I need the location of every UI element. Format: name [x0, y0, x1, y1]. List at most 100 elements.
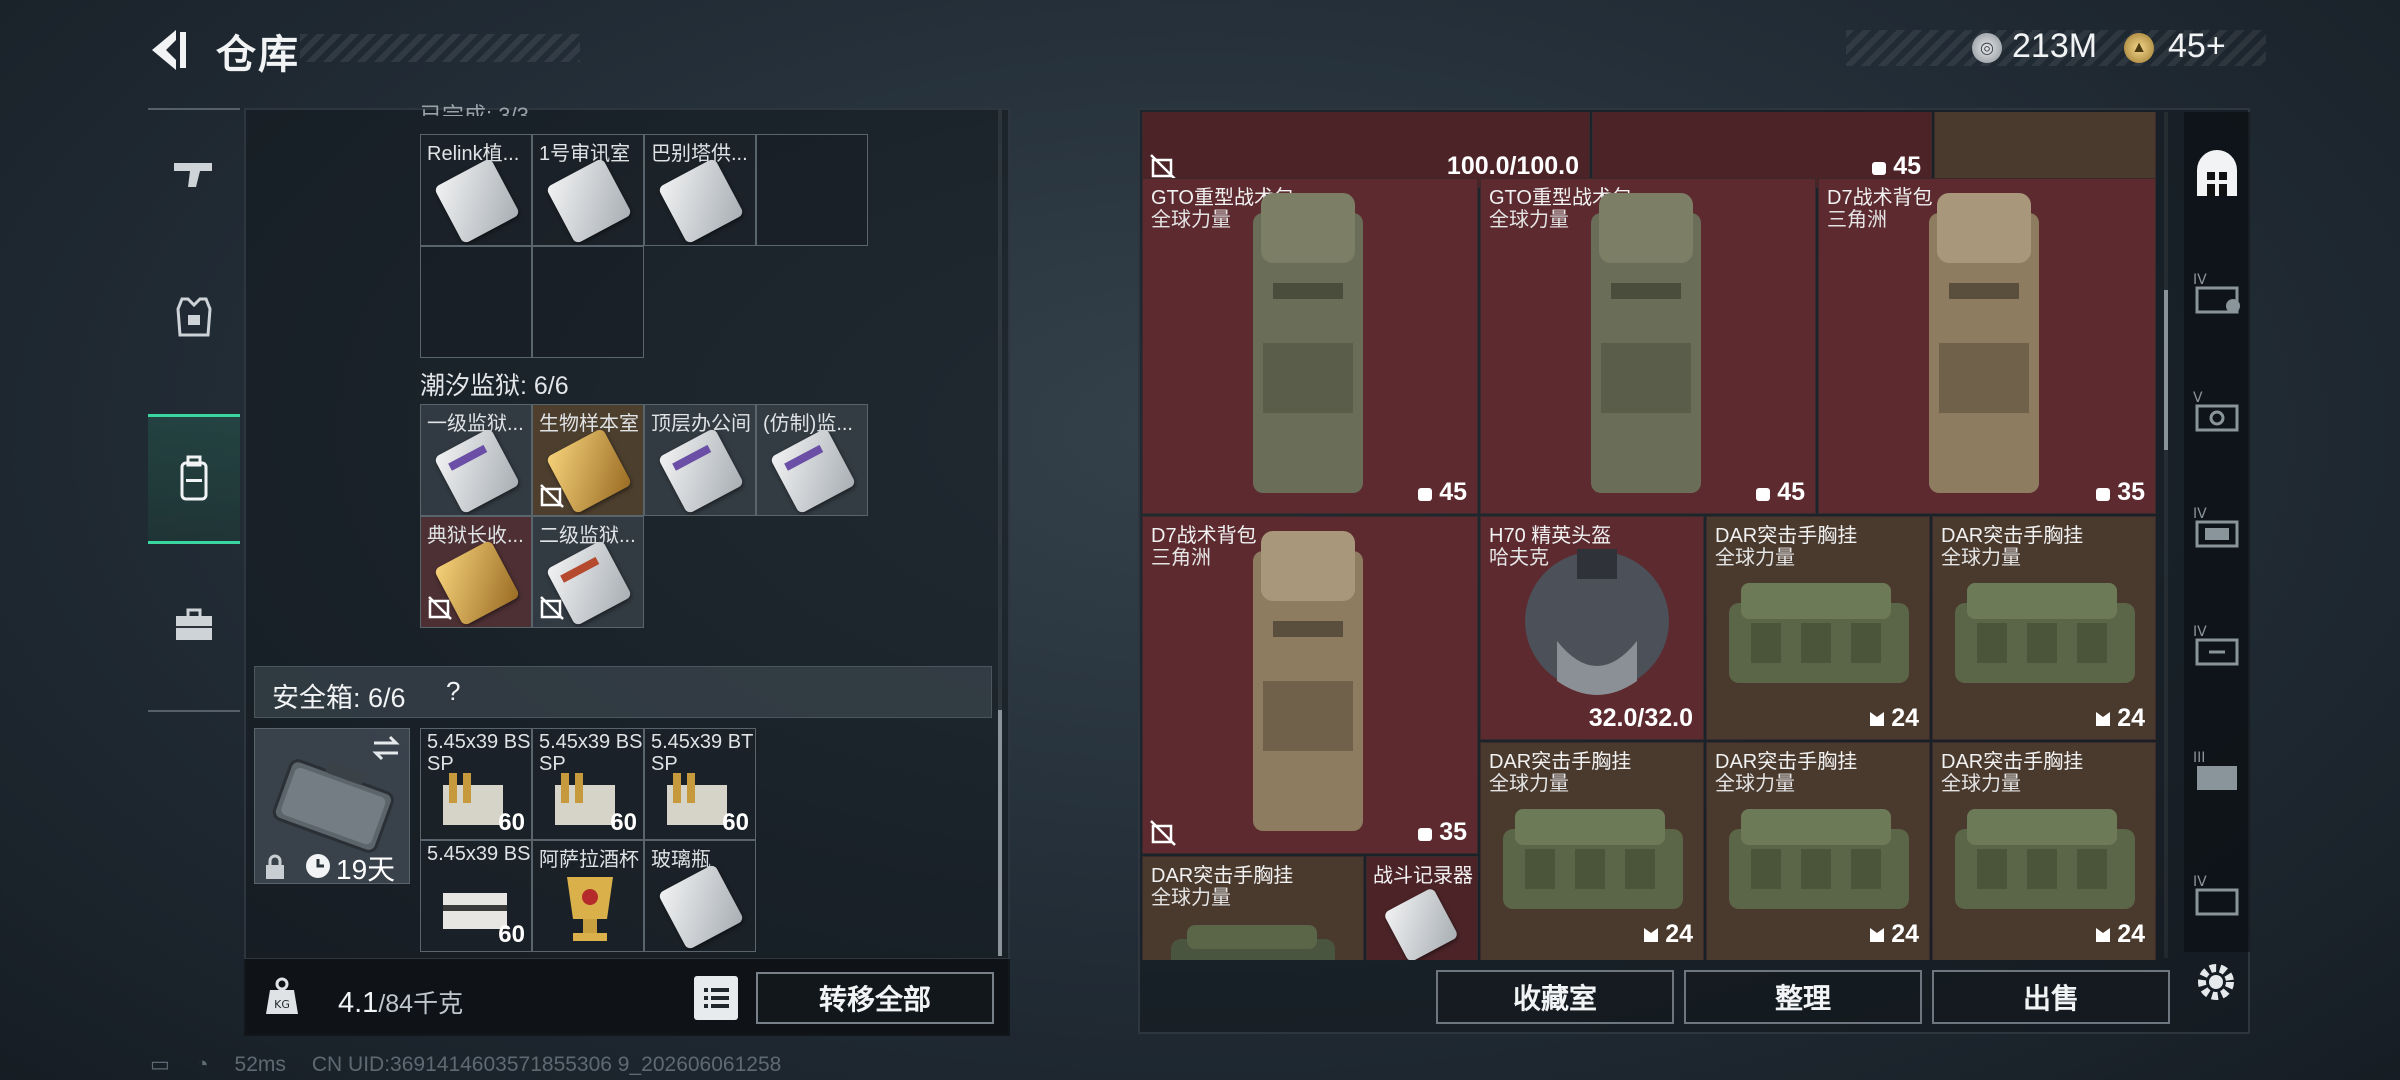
- title-stripe: [300, 34, 580, 62]
- item-faction: 全球力量: [1151, 887, 1231, 909]
- key-card-item[interactable]: 顶层办公间: [644, 404, 756, 516]
- key-card-item[interactable]: 1号审讯室: [532, 134, 644, 246]
- warehouse-item[interactable]: DAR突击手胸挂 全球力量: [1142, 856, 1364, 960]
- ammo-item[interactable]: 5.45x39 BS SP 60: [420, 728, 532, 840]
- completed-section-header: 已完成: 3/3: [420, 103, 529, 116]
- warehouse-item[interactable]: DAR突击手胸挂 全球力量 24: [1932, 742, 2156, 960]
- warehouse-item[interactable]: [1934, 112, 2156, 188]
- filter-container-iv-b[interactable]: IV: [2184, 478, 2250, 578]
- uid-text: CN UID:3691414603571855306 9_20260606125…: [311, 1053, 782, 1076]
- backpack-image: [1591, 193, 1701, 493]
- item-faction: 全球力量: [1489, 209, 1569, 231]
- key-card-item[interactable]: 生物样本室: [532, 404, 644, 516]
- helmet-image: [1525, 549, 1669, 695]
- stash-scrollbar-thumb[interactable]: [998, 710, 1002, 956]
- item-name: DAR突击手胸挂: [1941, 751, 2084, 773]
- key-card-item[interactable]: 一级监狱...: [420, 404, 532, 516]
- item-label: 5.45x39 BS: [427, 843, 531, 865]
- key-card-icon: [657, 427, 745, 515]
- gold-currency-value[interactable]: 45+: [2168, 27, 2226, 66]
- key-card-item[interactable]: Relink植...: [420, 134, 532, 246]
- warehouse-item[interactable]: 战斗记录器: [1366, 856, 1478, 960]
- wifi-icon: ◔: [195, 1053, 209, 1076]
- key-card-item[interactable]: 巴别塔供...: [644, 134, 756, 246]
- current-weight: 4.1: [338, 987, 379, 1019]
- list-view-button[interactable]: [694, 976, 738, 1020]
- capacity-value: 45: [1753, 478, 1805, 507]
- all-items-icon: [2197, 150, 2237, 196]
- backpack-capacity-icon: [1756, 488, 1771, 502]
- nav-backpacks[interactable]: [148, 414, 240, 544]
- sell-button[interactable]: 出售: [1932, 970, 2170, 1024]
- capacity-value: 35: [1415, 818, 1467, 847]
- item-name: DAR突击手胸挂: [1941, 525, 2084, 547]
- battery-icon: ▭: [150, 1053, 170, 1076]
- warehouse-item[interactable]: GTO重型战术包 全球力量 45: [1480, 178, 1816, 514]
- warehouse-item[interactable]: 100.0/100.0: [1142, 112, 1590, 188]
- rig-capacity-icon: [2096, 712, 2111, 727]
- svg-text:IV: IV: [2193, 624, 2207, 640]
- capacity-value: 45: [1415, 478, 1467, 507]
- warehouse-item[interactable]: D7战术背包 三角洲 35: [1818, 178, 2156, 514]
- no-insure-icon: [1150, 154, 1176, 180]
- filter-container-iv-c[interactable]: IV: [2184, 596, 2250, 696]
- warehouse-scrollbar-thumb[interactable]: [2164, 290, 2168, 450]
- capacity-value: 35: [2093, 478, 2145, 507]
- item-label: 生物样本室: [539, 413, 639, 435]
- swap-icon[interactable]: [370, 734, 402, 762]
- weight-icon: KG: [266, 977, 298, 1014]
- warehouse-item[interactable]: DAR突击手胸挂 全球力量 24: [1706, 742, 1930, 960]
- filter-container-iv-d[interactable]: IV: [2184, 846, 2250, 946]
- transfer-all-button[interactable]: 转移全部: [756, 972, 994, 1024]
- key-card-item[interactable]: 典狱长收...: [420, 516, 532, 628]
- key-card-item[interactable]: 二级监狱...: [532, 516, 644, 628]
- key-card-item[interactable]: (仿制)监...: [756, 404, 868, 516]
- item-label: 一级监狱...: [427, 413, 524, 435]
- max-weight: /84千克: [378, 990, 464, 1018]
- item-name: DAR突击手胸挂: [1715, 751, 1858, 773]
- no-insure-icon: [540, 596, 564, 620]
- warehouse-item[interactable]: D7战术背包 三角洲 35: [1142, 516, 1478, 854]
- help-button[interactable]: ?: [446, 676, 460, 707]
- valuable-item[interactable]: 玻璃瓶: [644, 840, 756, 952]
- rig-capacity-icon: [2096, 928, 2111, 943]
- gear-icon[interactable]: [2186, 952, 2246, 1012]
- capacity-value: 24: [1641, 920, 1693, 949]
- item-faction: 三角洲: [1151, 547, 1211, 569]
- status-line: ▭ ◔ 52ms CN UID:3691414603571855306 9_20260…: [150, 1052, 807, 1077]
- warehouse-scrollbar[interactable]: [2164, 112, 2168, 958]
- warehouse-item[interactable]: GTO重型战术包 全球力量 45: [1142, 178, 1478, 514]
- valuable-item[interactable]: 阿萨拉酒杯: [532, 840, 644, 952]
- filter-all-items[interactable]: [2184, 126, 2250, 226]
- warehouse-item[interactable]: H70 精英头盔 哈夫克 32.0/32.0: [1480, 516, 1704, 740]
- chest-rig-image: [1729, 583, 1909, 683]
- filter-container-v[interactable]: V: [2184, 362, 2250, 462]
- warehouse-item[interactable]: 45: [1592, 112, 1932, 188]
- warehouse-item[interactable]: DAR突击手胸挂 全球力量 24: [1932, 516, 2156, 740]
- ammo-item[interactable]: 5.45x39 BT SP 60: [644, 728, 756, 840]
- list-icon: [704, 988, 729, 1008]
- chest-rig-image: [1729, 809, 1909, 909]
- nav-weapons[interactable]: [148, 110, 240, 240]
- item-label: 典狱长收...: [427, 525, 524, 547]
- filter-container-iv[interactable]: IV: [2184, 244, 2250, 344]
- nav-armor[interactable]: [148, 252, 240, 382]
- warehouse-item[interactable]: DAR突击手胸挂 全球力量 24: [1706, 516, 1930, 740]
- empty-slot: [420, 246, 532, 358]
- item-label: 玻璃瓶: [651, 849, 711, 871]
- filter-container-iii[interactable]: III: [2184, 722, 2250, 822]
- warehouse-item[interactable]: DAR突击手胸挂 全球力量 24: [1480, 742, 1704, 960]
- nav-cases[interactable]: [148, 560, 240, 690]
- backpack-capacity-icon: [2096, 488, 2111, 502]
- organize-button[interactable]: 整理: [1684, 970, 1922, 1024]
- back-arrow-icon[interactable]: [140, 22, 196, 78]
- capacity-value: 24: [2093, 920, 2145, 949]
- ammo-item[interactable]: 5.45x39 BS SP 60: [532, 728, 644, 840]
- collection-room-button[interactable]: 收藏室: [1436, 970, 1674, 1024]
- container-icon: III: [2193, 750, 2237, 790]
- container-icon: IV: [2193, 874, 2239, 916]
- ammo-item[interactable]: 5.45x39 BS 60: [420, 840, 532, 952]
- item-faction: 三角洲: [1827, 209, 1887, 231]
- backpack-image: [1253, 531, 1363, 831]
- item-faction: 全球力量: [1715, 547, 1795, 569]
